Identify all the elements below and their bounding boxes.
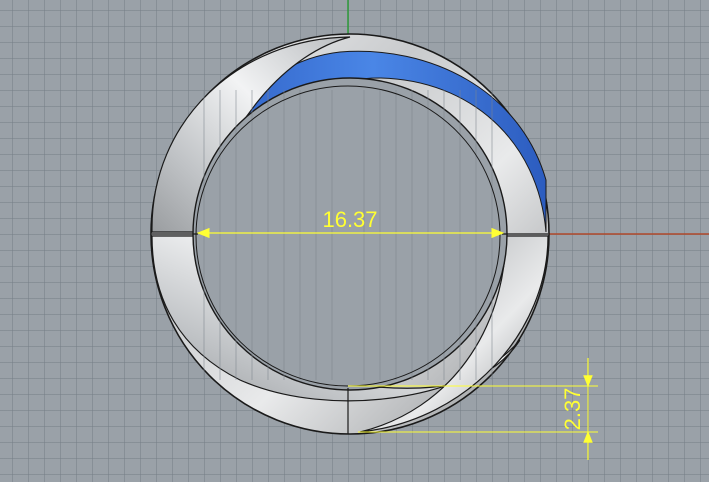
dimension-diameter-label: 16.37 bbox=[322, 207, 377, 232]
ring-model[interactable] bbox=[150, 33, 550, 435]
dimension-band-width-label: 2.37 bbox=[560, 388, 585, 431]
model-canvas[interactable]: 16.37 2.37 bbox=[0, 0, 709, 482]
rhino-viewport[interactable]: 16.37 2.37 bbox=[0, 0, 709, 482]
